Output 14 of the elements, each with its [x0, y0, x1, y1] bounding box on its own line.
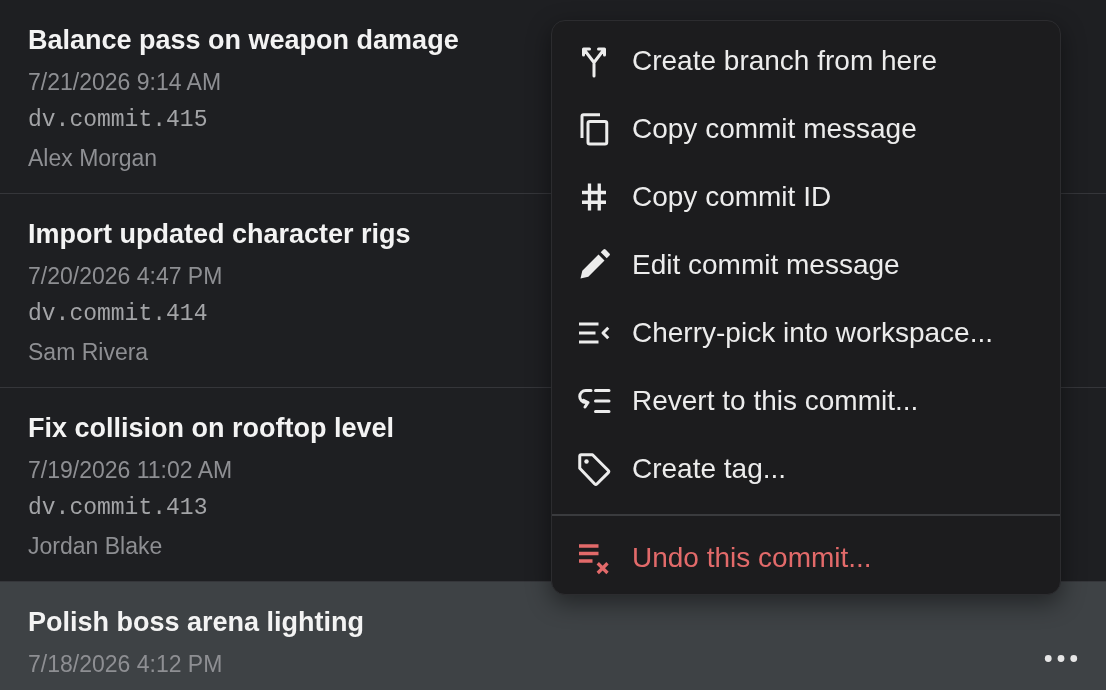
- commit-date: 7/19/2026 11:02 AM: [28, 456, 234, 485]
- commit-id: dv.commit.415: [28, 106, 209, 135]
- commit-title: Polish boss arena lighting: [28, 606, 365, 639]
- commit-author: Alex Morgan: [28, 144, 159, 173]
- commit-title: Import updated character rigs: [28, 218, 411, 251]
- commit-id: dv.commit.414: [28, 300, 209, 329]
- commit-author: Jordan Blake: [28, 532, 164, 561]
- commit-title: Balance pass on weapon damage: [28, 24, 459, 57]
- commit-date: 7/18/2026 4:12 PM: [28, 650, 224, 679]
- commit-author: Sam Rivera: [28, 338, 150, 367]
- commit-date: 7/21/2026 9:14 AM: [28, 68, 223, 97]
- commit-title: Fix collision on rooftop level: [28, 412, 395, 445]
- commit-date: 7/20/2026 4:47 PM: [28, 262, 224, 291]
- commit-id: dv.commit.413: [28, 494, 209, 523]
